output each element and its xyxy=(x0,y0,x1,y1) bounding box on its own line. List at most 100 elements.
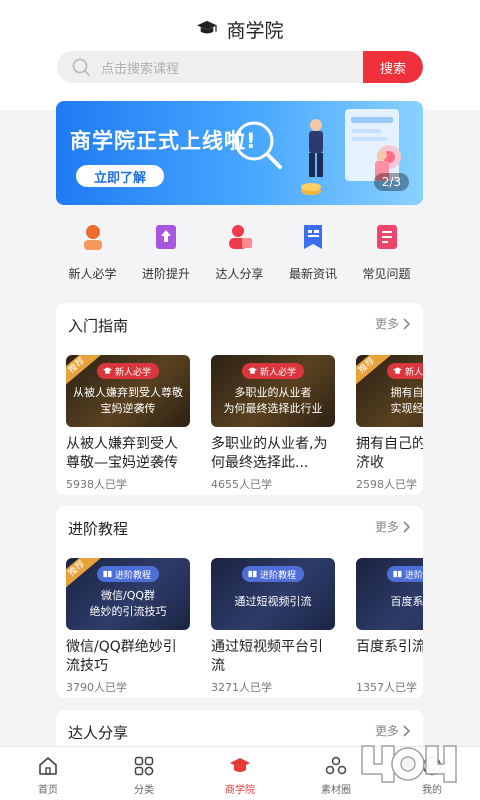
course-cover: 推荐 新人必学 拥有自己的 实现经济收 xyxy=(356,355,423,427)
cover-line: 宝妈逆袭传 xyxy=(100,402,156,415)
person-share-icon xyxy=(228,225,252,249)
course-card[interactable]: 推荐 新人必学 拥有自己的 实现经济收 拥有自己的实现经济收 2598人已学 xyxy=(356,355,423,495)
page-title: 商学院 xyxy=(226,19,284,42)
category-label: 最新资讯 xyxy=(288,267,337,281)
course-card[interactable]: 进阶教程 百度系引流 百度系引流享 1357人已学 xyxy=(356,558,423,698)
recommend-badge: 推荐 xyxy=(66,355,101,388)
course-title: 从被人嫌弃到受人尊敬—宝妈逆袭传 xyxy=(66,436,178,471)
course-tag: 新人必学 xyxy=(386,363,423,379)
magnifier-decor-icon xyxy=(234,121,282,169)
course-card[interactable]: 进阶教程 通过短视频引流 通过短视频平台引流 3271人已学 xyxy=(211,558,335,698)
course-list: 推荐 进阶教程 微信/QQ群 绝妙的引流技巧 微信/QQ群绝妙引流技巧 3790… xyxy=(66,558,423,698)
category-faq[interactable]: 常见问题 xyxy=(350,218,423,288)
more-label: 更多 xyxy=(374,317,399,331)
course-card[interactable]: 新人必学 多职业的从业者 为何最终选择此行业 多职业的从业者,为何最终选择此..… xyxy=(211,355,335,495)
search-icon xyxy=(72,58,90,76)
category-newbie[interactable]: 新人必学 xyxy=(56,218,129,288)
tab-home[interactable]: 首页 xyxy=(0,747,96,800)
chevron-right-icon xyxy=(403,520,411,533)
course-tag-label: 新人必学 xyxy=(259,367,297,378)
graduation-cap-icon xyxy=(247,367,257,374)
learner-count: 1357人已学 xyxy=(356,681,417,694)
grid-icon xyxy=(134,756,154,776)
cover-caption: 百度系引流 xyxy=(356,594,424,610)
promo-banner[interactable]: 商学院正式上线啦! 立即了解 2/3 xyxy=(56,101,423,205)
chevron-right-icon xyxy=(403,317,411,330)
course-card[interactable]: 推荐 进阶教程 微信/QQ群 绝妙的引流技巧 微信/QQ群绝妙引流技巧 3790… xyxy=(66,558,190,698)
cover-caption: 从被人嫌弃到受人尊敬 宝妈逆袭传 xyxy=(66,385,190,417)
learner-count: 2598人已学 xyxy=(356,478,417,491)
badge-person-icon xyxy=(83,225,102,250)
course-cover: 进阶教程 通过短视频引流 xyxy=(211,558,335,630)
category-expert-share[interactable]: 达人分享 xyxy=(203,218,276,288)
header: 商学院 点击搜索课程 搜索 xyxy=(0,0,480,110)
book-icon xyxy=(393,570,402,578)
learner-count: 5938人已学 xyxy=(66,478,127,491)
book-up-icon xyxy=(156,225,176,249)
graduation-cap-icon xyxy=(230,758,250,772)
section-more-link[interactable]: 更多 xyxy=(375,518,411,535)
news-flag-icon xyxy=(304,225,322,249)
chevron-right-icon xyxy=(403,724,411,737)
course-title: 百度系引流享 xyxy=(356,639,423,655)
course-cover: 推荐 进阶教程 微信/QQ群 绝妙的引流技巧 xyxy=(66,558,190,630)
course-tag-label: 进阶教程 xyxy=(259,570,297,581)
category-label: 常见问题 xyxy=(362,267,411,281)
home-icon xyxy=(39,757,57,775)
book-icon xyxy=(103,570,112,578)
course-tag-label: 进阶教程 xyxy=(404,570,423,581)
category-advanced[interactable]: 进阶提升 xyxy=(130,218,203,288)
cover-caption: 通过短视频引流 xyxy=(211,594,335,610)
cover-line: 通过短视频引流 xyxy=(234,595,312,608)
course-tag: 新人必学 xyxy=(241,363,305,379)
category-label: 达人分享 xyxy=(215,267,264,281)
course-tag-label: 进阶教程 xyxy=(114,570,152,581)
tab-label: 分类 xyxy=(134,785,154,796)
cover-caption: 微信/QQ群 绝妙的引流技巧 xyxy=(66,588,190,620)
notebook-icon xyxy=(376,225,397,249)
section-beginner-guide: 入门指南 更多 推荐 新人必学 从被人嫌弃到受人尊敬 宝妈逆袭传 从被人嫌弃到受… xyxy=(56,303,423,495)
search-button[interactable]: 搜索 xyxy=(363,51,423,83)
category-news[interactable]: 最新资讯 xyxy=(277,218,350,288)
section-more-link[interactable]: 更多 xyxy=(375,315,411,332)
course-tag: 进阶教程 xyxy=(386,566,423,582)
graduation-cap-icon xyxy=(197,20,218,34)
course-title: 通过短视频平台引流 xyxy=(211,639,323,674)
course-title: 拥有自己的实现经济收 xyxy=(356,436,423,471)
recommend-badge: 推荐 xyxy=(66,558,101,591)
cover-caption: 拥有自己的 实现经济收 xyxy=(356,385,424,417)
course-card[interactable]: 推荐 新人必学 从被人嫌弃到受人尊敬 宝妈逆袭传 从被人嫌弃到受人尊敬—宝妈逆袭… xyxy=(66,355,190,495)
cover-line: 实现经济收 xyxy=(390,402,424,415)
cover-line: 多职业的从业者 xyxy=(234,386,312,399)
cover-line: 为何最终选择此行业 xyxy=(223,402,323,415)
recommend-badge: 推荐 xyxy=(356,355,391,388)
course-cover: 推荐 新人必学 从被人嫌弃到受人尊敬 宝妈逆袭传 xyxy=(66,355,190,427)
site-watermark-logo xyxy=(361,745,457,783)
course-tag: 新人必学 xyxy=(96,363,160,379)
course-tag: 进阶教程 xyxy=(241,566,305,582)
course-cover: 进阶教程 百度系引流 xyxy=(356,558,423,630)
cover-line: 绝妙的引流技巧 xyxy=(89,605,167,618)
cover-line: 从被人嫌弃到受人尊敬 xyxy=(73,386,183,399)
search-input[interactable]: 点击搜索课程 xyxy=(101,58,179,77)
tab-business-school[interactable]: 商学院 xyxy=(192,747,288,800)
course-tag: 进阶教程 xyxy=(96,566,160,582)
tab-category[interactable]: 分类 xyxy=(96,747,192,800)
learner-count: 4655人已学 xyxy=(211,478,272,491)
category-label: 进阶提升 xyxy=(141,267,190,281)
more-label: 更多 xyxy=(374,520,399,534)
cover-line: 百度系引流 xyxy=(390,595,424,608)
tab-label: 商学院 xyxy=(225,785,255,796)
learner-count: 3790人已学 xyxy=(66,681,127,694)
section-advanced-tutorials: 进阶教程 更多 推荐 进阶教程 微信/QQ群 绝妙的引流技巧 微信/QQ群绝妙引… xyxy=(56,506,423,698)
book-icon xyxy=(248,570,257,578)
course-tag-label: 新人必学 xyxy=(404,367,423,378)
search-bar[interactable]: 点击搜索课程 搜索 xyxy=(57,51,423,83)
title-bar: 商学院 xyxy=(0,14,480,44)
category-grid: 新人必学 进阶提升 达人分享 最新资讯 常见问题 xyxy=(56,218,423,288)
cover-caption: 多职业的从业者 为何最终选择此行业 xyxy=(211,385,335,417)
cover-line: 微信/QQ群 xyxy=(100,589,156,602)
banner-learn-more-button[interactable]: 立即了解 xyxy=(76,165,164,187)
section-title: 进阶教程 xyxy=(68,520,129,538)
section-title: 达人分享 xyxy=(68,724,129,742)
